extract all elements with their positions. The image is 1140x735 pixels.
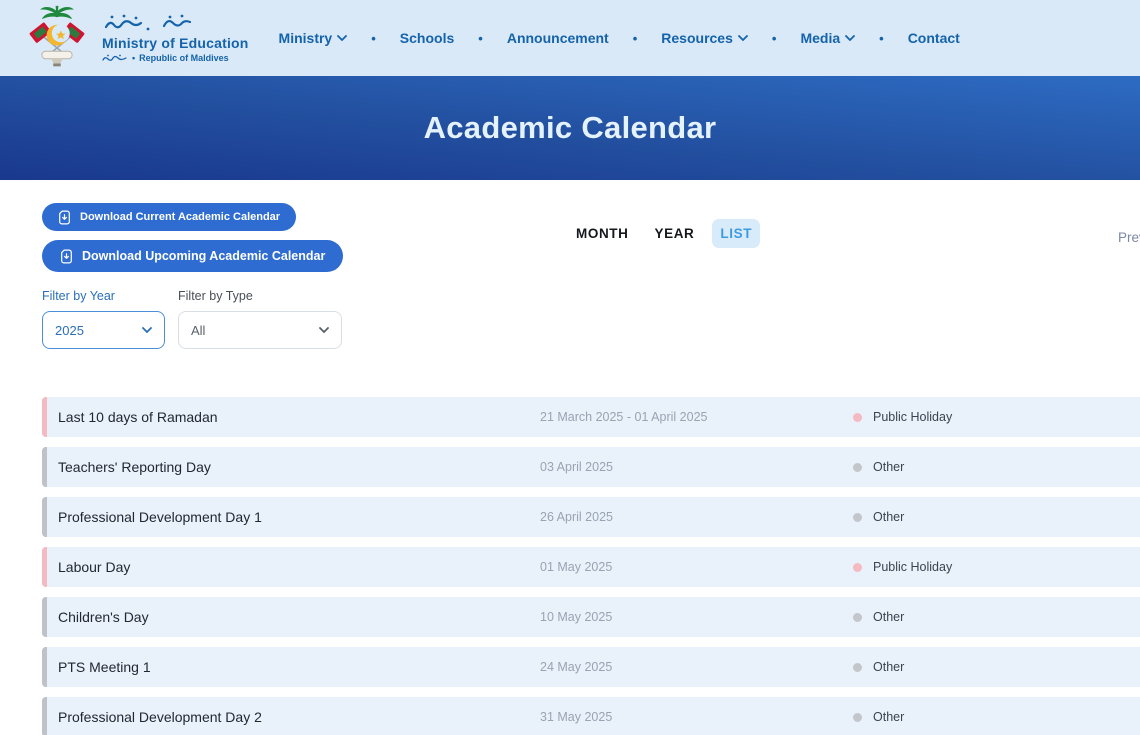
type-select[interactable]: All xyxy=(178,311,342,349)
event-row[interactable]: Professional Development Day 1 26 April … xyxy=(42,497,1140,537)
nav-bullet: • xyxy=(632,30,638,46)
event-title: Last 10 days of Ramadan xyxy=(58,409,218,425)
chevron-down-icon xyxy=(845,35,856,41)
thaana-script-title xyxy=(104,14,192,31)
view-tab-month[interactable]: MONTH xyxy=(568,219,637,248)
maldives-emblem-icon xyxy=(29,5,85,67)
event-title: Professional Development Day 2 xyxy=(58,709,262,725)
event-type-dot-icon xyxy=(853,512,862,522)
prev-button[interactable]: Prev xyxy=(1118,230,1140,245)
filter-by-year: Filter by Year 2025 xyxy=(42,289,165,349)
event-type-label: Public Holiday xyxy=(873,410,953,424)
event-row[interactable]: Labour Day 01 May 2025 Public Holiday xyxy=(42,547,1140,587)
country-separator: • xyxy=(132,53,136,63)
year-select[interactable]: 2025 xyxy=(42,311,165,349)
event-type-label: Other xyxy=(873,460,905,474)
chevron-down-icon xyxy=(319,327,329,333)
event-accent-bar xyxy=(42,597,47,637)
event-title: Labour Day xyxy=(58,559,131,575)
file-download-icon xyxy=(59,210,70,224)
event-type-dot-icon xyxy=(853,412,862,422)
view-tab-year[interactable]: YEAR xyxy=(647,219,703,248)
filter-by-type: Filter by Type All xyxy=(178,289,342,349)
event-accent-bar xyxy=(42,497,47,537)
thaana-script-subtitle xyxy=(102,54,127,61)
event-accent-bar xyxy=(42,697,47,735)
event-type-dot-icon xyxy=(853,612,862,622)
nav-item-ministry[interactable]: Ministry xyxy=(279,30,348,46)
event-date: 10 May 2025 xyxy=(540,610,613,624)
event-accent-bar xyxy=(42,547,47,587)
event-type: Other xyxy=(853,510,904,524)
event-type-label: Public Holiday xyxy=(873,560,953,574)
event-accent-bar xyxy=(42,647,47,687)
nav-bullet: • xyxy=(371,30,376,46)
year-select-value: 2025 xyxy=(55,322,84,338)
event-row[interactable]: Professional Development Day 2 31 May 20… xyxy=(42,697,1140,735)
event-type: Other xyxy=(853,710,904,724)
calendar-view-toggle: MONTH YEAR LIST xyxy=(568,219,761,248)
event-type: Public Holiday xyxy=(853,410,952,424)
filter-year-label: Filter by Year xyxy=(42,289,115,303)
brand-text: Ministry of Education • Republic of Mald… xyxy=(102,13,249,63)
nav-item-resources[interactable]: Resources xyxy=(661,30,748,46)
event-title: Children's Day xyxy=(58,609,149,625)
event-type-dot-icon xyxy=(853,712,862,722)
nav-bullet: • xyxy=(879,30,884,46)
country-line: • Republic of Maldives xyxy=(102,53,249,63)
page: Ministry of Education • Republic of Mald… xyxy=(0,0,1140,735)
event-date: 24 May 2025 xyxy=(540,660,613,674)
event-type-dot-icon xyxy=(853,462,862,472)
filters: Filter by Year 2025 Filter by Type All xyxy=(42,289,342,349)
event-list: Last 10 days of Ramadan 21 March 2025 - … xyxy=(42,397,1140,735)
event-type: Other xyxy=(853,460,904,474)
event-date: 03 April 2025 xyxy=(540,460,613,474)
ministry-name: Ministry of Education xyxy=(102,35,249,51)
nav-item-schools[interactable]: Schools xyxy=(400,30,454,46)
event-accent-bar xyxy=(42,447,47,487)
event-date: 21 March 2025 - 01 April 2025 xyxy=(540,410,708,424)
event-date: 26 April 2025 xyxy=(540,510,613,524)
nav-bullet: • xyxy=(771,30,777,46)
event-row[interactable]: Children's Day 10 May 2025 Other xyxy=(42,597,1140,637)
event-row[interactable]: Teachers' Reporting Day 03 April 2025 Ot… xyxy=(42,447,1140,487)
event-title: Professional Development Day 1 xyxy=(58,509,262,525)
top-navigation-bar: Ministry of Education • Republic of Mald… xyxy=(0,0,1140,76)
event-accent-bar xyxy=(42,397,47,437)
download-current-calendar-button[interactable]: Download Current Academic Calendar xyxy=(42,203,297,231)
event-row[interactable]: PTS Meeting 1 24 May 2025 Other xyxy=(42,647,1140,687)
event-title: PTS Meeting 1 xyxy=(58,659,151,675)
event-row[interactable]: Last 10 days of Ramadan 21 March 2025 - … xyxy=(42,397,1140,437)
nav-bullet: • xyxy=(478,30,483,46)
main-nav: Ministry • Schools • Announcement • Reso… xyxy=(279,30,960,46)
country-name: Republic of Maldives xyxy=(139,53,229,63)
event-date: 31 May 2025 xyxy=(540,710,613,724)
chevron-down-icon xyxy=(737,35,748,41)
filter-type-label: Filter by Type xyxy=(178,289,253,303)
hero-banner: Academic Calendar xyxy=(0,76,1140,180)
page-title: Academic Calendar xyxy=(423,110,717,145)
event-type: Other xyxy=(853,610,904,624)
event-type-label: Other xyxy=(873,660,905,674)
event-date: 01 May 2025 xyxy=(540,560,613,574)
type-select-value: All xyxy=(191,322,206,338)
nav-item-announcement[interactable]: Announcement xyxy=(507,30,609,46)
nav-item-contact[interactable]: Contact xyxy=(908,30,960,46)
download-upcoming-calendar-button[interactable]: Download Upcoming Academic Calendar xyxy=(42,240,344,272)
event-type-dot-icon xyxy=(853,662,862,672)
view-tab-list[interactable]: LIST xyxy=(712,219,761,248)
event-type: Other xyxy=(853,660,904,674)
file-download-icon xyxy=(61,249,72,263)
chevron-down-icon xyxy=(337,35,348,41)
event-type-label: Other xyxy=(873,610,905,624)
ministry-logo[interactable]: Ministry of Education • Republic of Mald… xyxy=(26,4,249,72)
event-title: Teachers' Reporting Day xyxy=(58,459,211,475)
event-type-label: Other xyxy=(873,510,905,524)
nav-item-media[interactable]: Media xyxy=(800,30,856,46)
event-type-dot-icon xyxy=(853,562,862,572)
chevron-down-icon xyxy=(142,327,152,333)
event-type: Public Holiday xyxy=(853,560,952,574)
event-type-label: Other xyxy=(873,710,905,724)
